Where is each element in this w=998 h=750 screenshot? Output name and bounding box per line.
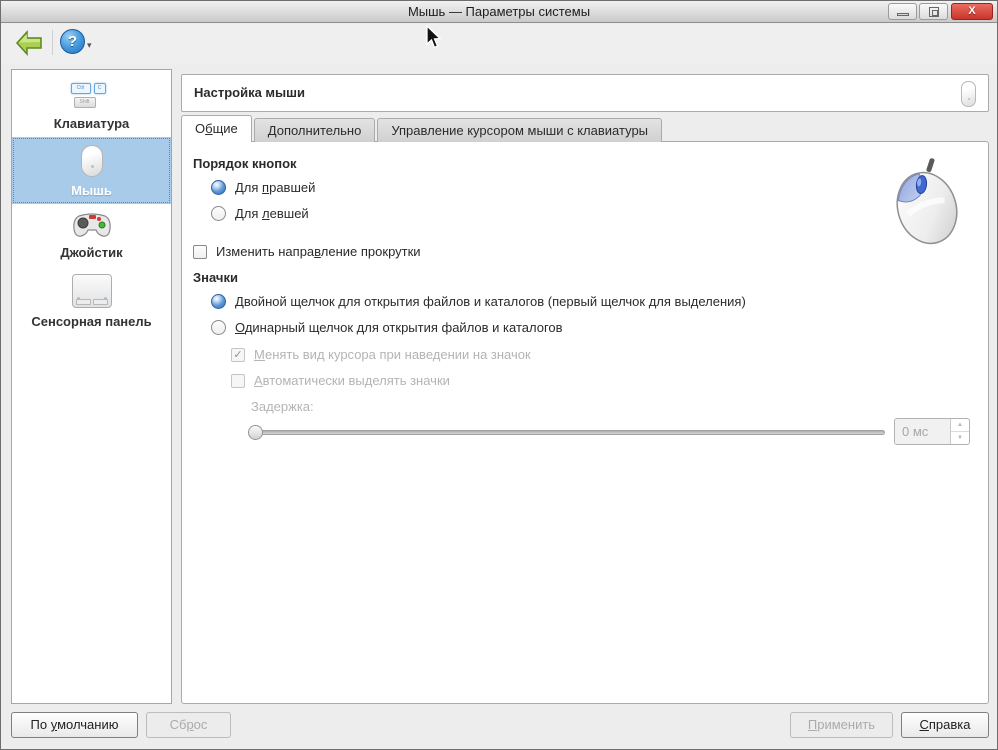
sidebar-item-keyboard[interactable]: Ctrl C Shift Клавиатура xyxy=(12,70,171,137)
back-button[interactable] xyxy=(15,30,43,56)
joystick-icon xyxy=(72,213,111,237)
help-icon: ? xyxy=(60,29,85,54)
spin-up-icon[interactable]: ▲ xyxy=(951,419,969,432)
checkbox-label: Менять вид курсора при наведении на знач… xyxy=(254,347,531,362)
maximize-icon xyxy=(929,7,939,17)
close-button[interactable]: X xyxy=(951,3,993,20)
checkbox-auto-select: Автоматически выделять значки xyxy=(231,373,450,388)
radio-double-click[interactable]: Двойной щелчок для открытия файлов и кат… xyxy=(211,294,746,309)
radio-icon xyxy=(211,180,226,195)
checkbox-reverse-scroll[interactable]: Изменить направление прокрутки xyxy=(193,244,421,259)
chevron-down-icon[interactable]: ▾ xyxy=(87,40,92,51)
section-title-icons: Значки xyxy=(193,270,238,285)
sidebar: Ctrl C Shift Клавиатура Мышь Джойстик Се… xyxy=(11,69,172,704)
window-title: Мышь — Параметры системы xyxy=(407,4,591,19)
mouse-illustration xyxy=(896,158,958,245)
mouse-cursor-icon xyxy=(426,25,442,49)
mouse-icon xyxy=(80,145,103,177)
radio-label: Одинарный щелчок для открытия файлов и к… xyxy=(235,320,563,335)
tab-general[interactable]: Общие xyxy=(181,115,252,143)
page-header: Настройка мыши xyxy=(181,74,989,112)
sidebar-item-label: Мышь xyxy=(71,183,112,198)
checkbox-checked-icon: ✓ xyxy=(231,347,245,362)
spin-down-icon[interactable]: ▼ xyxy=(951,432,969,444)
key-cap: Shift xyxy=(73,97,96,108)
titlebar: Мышь — Параметры системы X xyxy=(1,1,997,23)
radio-single-click[interactable]: Одинарный щелчок для открытия файлов и к… xyxy=(211,320,563,335)
delay-slider-track[interactable] xyxy=(251,430,885,435)
key-cap: C xyxy=(93,83,106,94)
radio-left-handed[interactable]: Для левшей xyxy=(211,206,309,221)
tab-advanced[interactable]: Дополнительно xyxy=(253,118,376,142)
delay-spinbox[interactable]: 0 мс ▲ ▼ xyxy=(894,418,970,445)
radio-icon xyxy=(211,206,226,221)
delay-slider-thumb[interactable] xyxy=(248,425,263,440)
section-title-button-order: Порядок кнопок xyxy=(193,156,297,171)
mouse-icon xyxy=(961,81,976,107)
radio-right-handed[interactable]: Для правшей xyxy=(211,180,315,195)
spinner-buttons: ▲ ▼ xyxy=(950,419,969,444)
key-cap: Ctrl xyxy=(70,83,91,94)
help-button[interactable]: Справка xyxy=(901,712,989,738)
apply-button[interactable]: Применить xyxy=(790,712,893,738)
tab-bar: Общие Дополнительно Управление курсором … xyxy=(181,115,664,143)
checkbox-icon xyxy=(231,373,245,388)
defaults-button[interactable]: По умолчанию xyxy=(11,712,138,738)
radio-label: Двойной щелчок для открытия файлов и кат… xyxy=(235,294,746,309)
help-menu-button[interactable]: ? xyxy=(60,29,86,55)
checkbox-label: Автоматически выделять значки xyxy=(254,373,450,388)
sidebar-item-label: Клавиатура xyxy=(53,116,130,131)
keyboard-icon: Ctrl C Shift xyxy=(68,82,116,110)
delay-label: Задержка: xyxy=(251,399,314,414)
minimize-button[interactable] xyxy=(888,3,917,20)
radio-icon xyxy=(211,320,226,335)
sidebar-item-touchpad[interactable]: Сенсорная панель xyxy=(12,266,171,335)
radio-label: Для левшей xyxy=(235,206,309,221)
checkbox-icon xyxy=(193,244,207,259)
radio-label: Для правшей xyxy=(235,180,316,195)
tab-keyboard-cursor[interactable]: Управление курсором мыши с клавиатуры xyxy=(377,118,663,142)
sidebar-item-label: Сенсорная панель xyxy=(31,314,152,329)
checkbox-label: Изменить направление прокрутки xyxy=(216,244,421,259)
radio-icon xyxy=(211,294,226,309)
checkbox-change-cursor: ✓ Менять вид курсора при наведении на зн… xyxy=(231,347,531,362)
maximize-button[interactable] xyxy=(919,3,948,20)
toolbar-separator xyxy=(52,30,53,55)
toolbar: ? ▾ xyxy=(1,24,997,64)
sidebar-item-mouse[interactable]: Мышь xyxy=(12,137,171,204)
sidebar-item-label: Джойстик xyxy=(60,245,123,260)
settings-window: Мышь — Параметры системы X ? ▾ Ctrl C Sh… xyxy=(0,0,998,750)
sidebar-item-joystick[interactable]: Джойстик xyxy=(12,204,171,266)
page-title: Настройка мыши xyxy=(194,85,305,100)
reset-button[interactable]: Сброс xyxy=(146,712,231,738)
delay-value[interactable]: 0 мс xyxy=(895,419,950,444)
minimize-icon xyxy=(897,13,909,16)
touchpad-icon xyxy=(71,274,112,308)
tab-content-general: Порядок кнопок Для правшей Для левшей Из… xyxy=(181,141,989,704)
